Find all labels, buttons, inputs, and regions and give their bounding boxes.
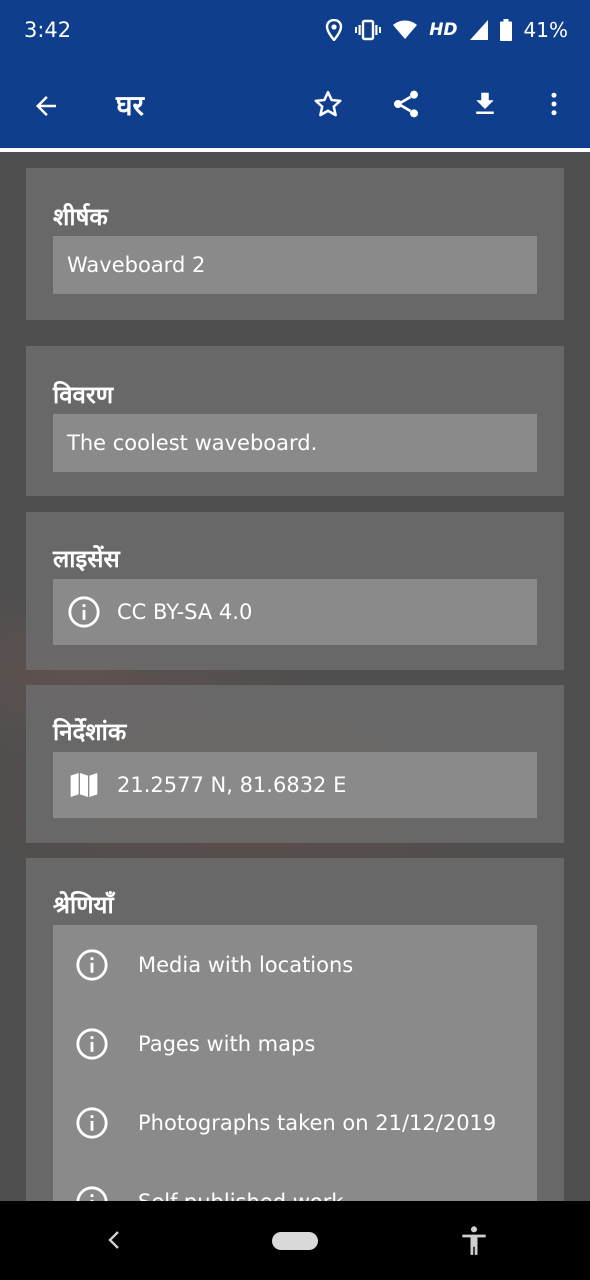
coordinates-field[interactable]: 21.2577 N, 81.6832 E (53, 752, 537, 818)
hd-badge: HD (429, 20, 458, 40)
category-label: Media with locations (138, 953, 354, 977)
info-icon (75, 948, 109, 982)
category-label: Self-published work (138, 1190, 344, 1201)
coordinates-heading: निर्देशांक (53, 718, 127, 746)
share-icon[interactable] (388, 86, 424, 122)
description-heading: विवरण (53, 381, 114, 409)
status-bar: 3:42 HD 41% (0, 0, 590, 60)
description-card: विवरण The coolest waveboard. (26, 346, 564, 496)
info-icon (75, 1106, 109, 1140)
media-details[interactable]: शीर्षक Waveboard 2 विवरण The coolest wav… (0, 152, 590, 1201)
license-heading: लाइसेंस (53, 545, 120, 573)
star-icon[interactable] (310, 86, 346, 122)
category-item[interactable]: Pages with maps (53, 1014, 537, 1074)
accessibility-icon[interactable] (460, 1225, 488, 1261)
title-card: शीर्षक Waveboard 2 (26, 168, 564, 320)
title-value: Waveboard 2 (67, 253, 206, 277)
license-field[interactable]: CC BY-SA 4.0 (53, 579, 537, 645)
app-bar: घर (0, 60, 590, 148)
description-field: The coolest waveboard. (53, 414, 537, 472)
nav-home-pill[interactable] (272, 1232, 318, 1250)
battery-percent: 41% (523, 18, 568, 42)
status-time: 3:42 (24, 18, 72, 42)
back-arrow-icon[interactable] (28, 88, 64, 124)
vibrate-icon (355, 19, 382, 41)
license-value: CC BY-SA 4.0 (117, 600, 253, 624)
category-item[interactable]: Self-published work (53, 1172, 537, 1201)
info-icon (75, 1027, 109, 1061)
coordinates-value: 21.2577 N, 81.6832 E (117, 773, 347, 797)
category-label: Pages with maps (138, 1032, 316, 1056)
nav-back-icon[interactable] (104, 1229, 124, 1255)
categories-heading: श्रेणियाँ (53, 891, 114, 919)
location-icon (325, 19, 343, 41)
coordinates-card: निर्देशांक 21.2577 N, 81.6832 E (26, 685, 564, 843)
more-vert-icon[interactable] (536, 86, 572, 122)
info-icon (67, 595, 101, 629)
download-icon[interactable] (467, 86, 503, 122)
categories-list: Media with locations Pages with maps Pho… (53, 925, 537, 1201)
system-nav-bar (0, 1201, 590, 1280)
category-item[interactable]: Media with locations (53, 935, 537, 995)
info-icon (75, 1185, 109, 1201)
battery-icon (499, 19, 512, 41)
signal-icon (469, 20, 488, 40)
categories-card: श्रेणियाँ Media with locations Pages wit… (26, 858, 564, 1201)
status-icons: HD 41% (325, 18, 568, 42)
wifi-icon (393, 20, 418, 40)
title-field: Waveboard 2 (53, 236, 537, 294)
title-heading: शीर्षक (53, 203, 108, 231)
map-icon (67, 768, 101, 802)
page-title: घर (116, 89, 145, 122)
license-card: लाइसेंस CC BY-SA 4.0 (26, 512, 564, 670)
category-label: Photographs taken on 21/12/2019 (138, 1111, 497, 1135)
description-value: The coolest waveboard. (67, 431, 318, 455)
category-item[interactable]: Photographs taken on 21/12/2019 (53, 1093, 537, 1153)
